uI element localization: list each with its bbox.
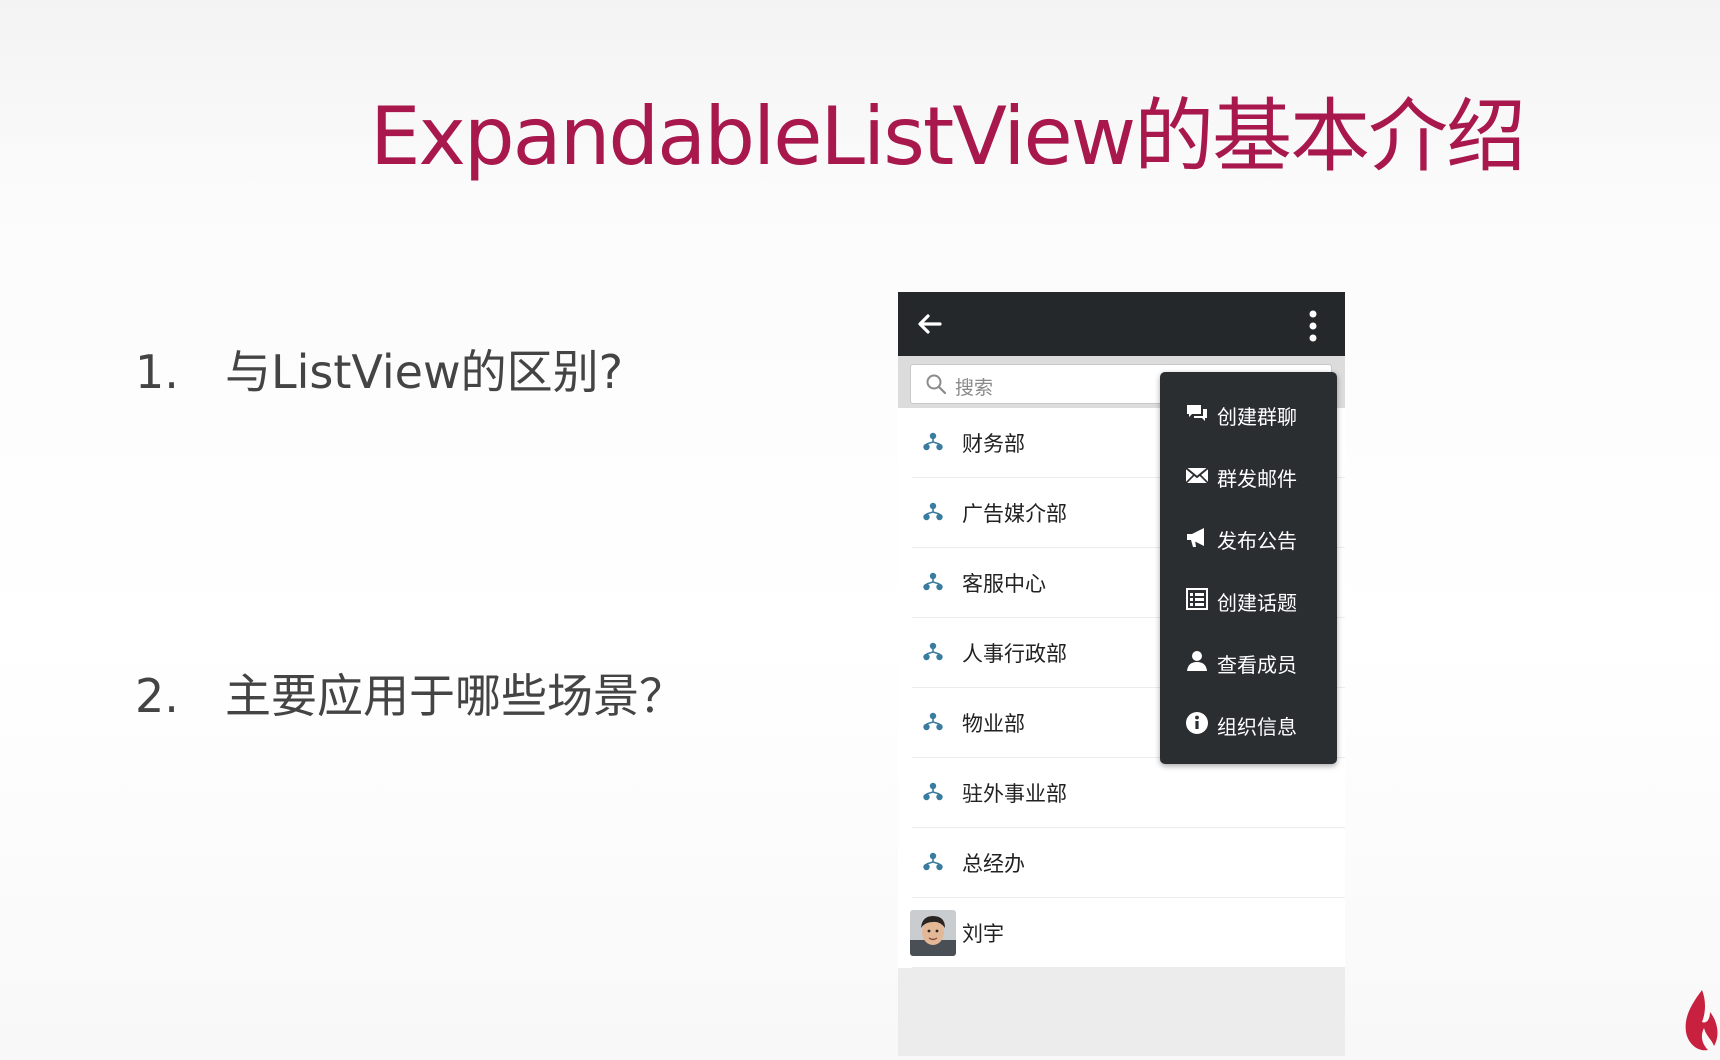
org-icon: [923, 782, 943, 801]
menu-item-label: 组织信息: [1217, 715, 1297, 739]
menu-item-label: 群发邮件: [1217, 467, 1297, 491]
menu-item-view-members[interactable]: 查看成员: [1160, 630, 1337, 692]
list-item-label: 物业部: [962, 712, 1025, 736]
overflow-menu: 创建群聊 群发邮件 发布公告 创建话题 查看成员 组织信息: [1160, 372, 1337, 764]
org-icon: [923, 642, 943, 661]
org-icon: [923, 502, 943, 521]
search-icon: [926, 374, 947, 395]
mail-icon: [1185, 467, 1209, 484]
info-icon: [1186, 712, 1208, 734]
list-item-label: 人事行政部: [962, 642, 1067, 666]
org-icon: [923, 712, 943, 731]
list-item[interactable]: 驻外事业部: [912, 758, 1345, 828]
org-icon: [923, 852, 943, 871]
person-icon: [1187, 651, 1207, 671]
menu-item-announcement[interactable]: 发布公告: [1160, 506, 1337, 568]
bottom-area: [898, 968, 1345, 1056]
question-2-number: 2.: [135, 669, 179, 723]
avatar: [910, 910, 956, 956]
action-bar: [898, 292, 1345, 356]
menu-item-label: 创建群聊: [1217, 405, 1297, 429]
menu-item-label: 发布公告: [1217, 529, 1297, 553]
list-item-label: 财务部: [962, 432, 1025, 456]
megaphone-icon: [1187, 528, 1204, 547]
org-icon: [923, 432, 943, 451]
question-2: 2. 主要应用于哪些场景？: [135, 660, 685, 726]
more-vertical-icon[interactable]: [1298, 308, 1328, 344]
question-2-text: 主要应用于哪些场景？: [225, 669, 685, 723]
chat-bubbles-icon: [1187, 405, 1207, 421]
org-icon: [923, 572, 943, 591]
list-item-label: 驻外事业部: [962, 782, 1067, 806]
menu-item-create-topic[interactable]: 创建话题: [1160, 568, 1337, 630]
list-item-label: 总经办: [962, 852, 1025, 876]
list-icon: [1186, 588, 1208, 610]
list-item[interactable]: 刘宇: [910, 898, 1345, 968]
menu-item-label: 创建话题: [1217, 591, 1297, 615]
list-item[interactable]: 总经办: [912, 828, 1345, 898]
menu-item-create-group-chat[interactable]: 创建群聊: [1160, 382, 1337, 444]
list-item-label: 客服中心: [962, 572, 1046, 596]
menu-item-org-info[interactable]: 组织信息: [1160, 692, 1337, 754]
question-1: 1. 与ListView的区别?: [135, 336, 623, 402]
menu-item-label: 查看成员: [1217, 653, 1297, 677]
list-item-label: 刘宇: [962, 922, 1004, 946]
flame-logo-icon: [1685, 990, 1718, 1051]
search-placeholder: 搜索: [955, 377, 994, 399]
slide-title: ExpandableListView的基本介绍: [370, 90, 1526, 183]
menu-item-group-mail[interactable]: 群发邮件: [1160, 444, 1337, 506]
question-1-text: 与ListView的区别?: [225, 345, 623, 399]
question-1-number: 1.: [135, 345, 179, 399]
list-item-label: 广告媒介部: [962, 502, 1067, 526]
arrow-left-icon[interactable]: [914, 308, 946, 340]
